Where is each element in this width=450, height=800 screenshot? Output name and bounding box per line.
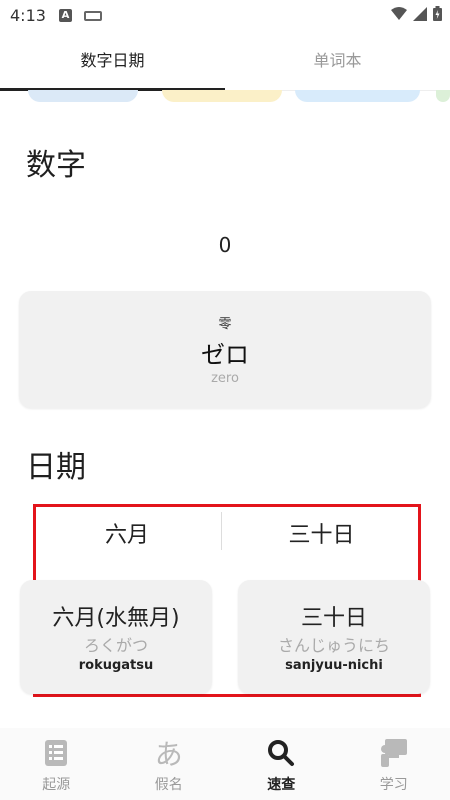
numbers-title: 数字 <box>26 148 86 183</box>
number-romaji: zero <box>211 371 239 386</box>
day-main: 三十日 <box>300 606 367 631</box>
month-main: 六月(水無月) <box>52 606 180 631</box>
number-value: 0 <box>218 233 232 257</box>
wifi-icon <box>391 6 407 20</box>
keyboard-icon <box>84 11 102 21</box>
month-card[interactable]: 六月(水無月) ろくがつ rokugatsu <box>20 580 212 694</box>
nav-kana[interactable]: あ 假名 <box>113 728 226 800</box>
status-icons <box>391 6 442 21</box>
nav-lookup[interactable]: 速查 <box>225 728 338 800</box>
battery-icon <box>433 6 442 21</box>
tab-vocabulary[interactable]: 单词本 <box>225 32 450 90</box>
day-picker[interactable]: 三十日 <box>222 510 421 556</box>
signal-icon <box>413 6 427 21</box>
month-kana: ろくがつ <box>83 636 148 655</box>
nav-lookup-label: 速查 <box>267 777 296 793</box>
nav-study-label: 学习 <box>379 777 408 793</box>
tab-number-date[interactable]: 数字日期 <box>0 32 225 91</box>
status-time: 4:13 <box>10 6 46 25</box>
month-romaji: rokugatsu <box>78 658 154 673</box>
search-icon <box>267 738 295 768</box>
nav-origin-label: 起源 <box>42 777 71 793</box>
number-card[interactable]: 零 ゼロ zero <box>19 291 431 408</box>
nav-kana-label: 假名 <box>154 777 183 793</box>
carousel-peek-green <box>436 90 450 102</box>
bottom-nav: 起源 あ 假名 速查 学习 <box>0 728 450 800</box>
carousel-peek-lightblue <box>295 90 420 102</box>
nav-origin[interactable]: 起源 <box>0 728 113 800</box>
carousel-peek-blue <box>28 90 138 102</box>
dates-title: 日期 <box>26 450 86 485</box>
day-card[interactable]: 三十日 さんじゅうにち sanjyuu-nichi <box>238 580 430 694</box>
status-bar: 4:13 A <box>0 0 450 32</box>
day-romaji: sanjyuu-nichi <box>285 658 383 673</box>
day-kana: さんじゅうにち <box>277 636 390 655</box>
kana-a-icon: あ <box>155 738 183 771</box>
month-picker[interactable]: 六月 <box>33 510 221 556</box>
nav-study[interactable]: 学习 <box>338 728 450 800</box>
carousel-peek-yellow <box>162 90 282 102</box>
number-kana: ゼロ <box>201 341 249 369</box>
a-notification-icon: A <box>59 9 72 22</box>
kana-a-glyph: あ <box>154 738 183 771</box>
number-kanji: 零 <box>218 317 232 332</box>
top-tabs: 数字日期 单词本 <box>0 32 450 91</box>
list-icon <box>45 738 68 768</box>
study-icon <box>379 738 409 768</box>
